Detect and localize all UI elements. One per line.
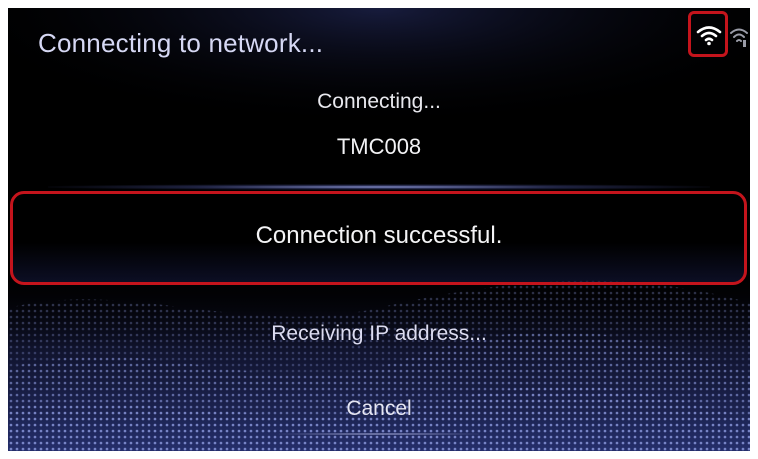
progress-message: Receiving IP address...: [271, 322, 487, 345]
wifi-secondary-icon: [730, 28, 748, 47]
connection-result-message: Connection successful.: [255, 222, 503, 249]
connection-screen: Connecting to network... Connecting... T…: [8, 8, 750, 451]
network-name: TMC008: [336, 134, 422, 159]
divider: [48, 184, 710, 190]
cancel-button-underline: [279, 433, 479, 435]
wifi-connected-icon: [696, 26, 722, 46]
cancel-button[interactable]: Cancel: [279, 388, 479, 430]
connecting-status-label: Connecting...: [317, 90, 441, 113]
page-title: Connecting to network...: [38, 28, 324, 58]
